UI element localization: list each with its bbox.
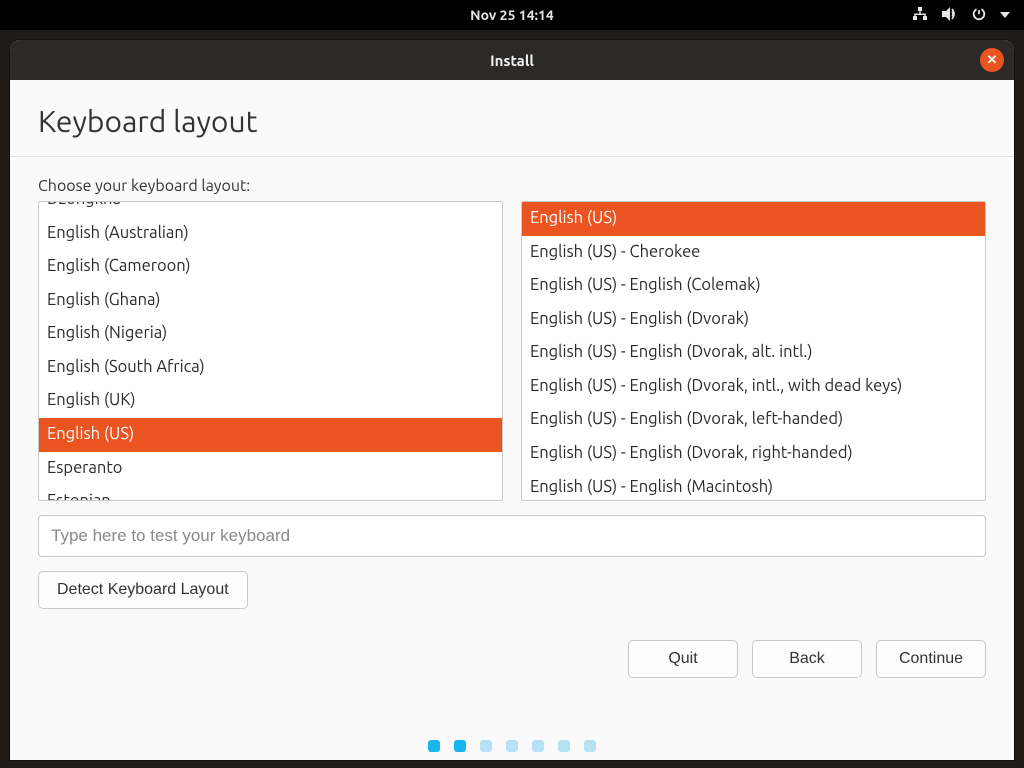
- variant-item[interactable]: English (US) - English (Dvorak, alt. int…: [522, 336, 985, 370]
- layout-item[interactable]: English (Australian): [39, 217, 502, 251]
- installer-content: Keyboard layout Choose your keyboard lay…: [10, 80, 1014, 609]
- variant-item[interactable]: English (US) - English (Dvorak): [522, 303, 985, 337]
- progress-dot: [506, 740, 518, 752]
- layout-item[interactable]: Dzongkha: [39, 201, 502, 217]
- network-icon[interactable]: [912, 7, 928, 24]
- back-button[interactable]: Back: [752, 640, 862, 678]
- variant-listbox[interactable]: English (US)English (US) - CherokeeEngli…: [521, 201, 986, 501]
- progress-dot: [584, 740, 596, 752]
- window-title: Install: [490, 52, 534, 69]
- layout-item[interactable]: Estonian: [39, 485, 502, 501]
- layout-item[interactable]: English (South Africa): [39, 351, 502, 385]
- layout-item[interactable]: English (Nigeria): [39, 317, 502, 351]
- system-status-area[interactable]: [912, 0, 1010, 30]
- variant-item[interactable]: English (US) - English (Macintosh): [522, 471, 985, 502]
- nav-buttons: Quit Back Continue: [628, 640, 986, 678]
- variant-item[interactable]: English (US) - English (Colemak): [522, 269, 985, 303]
- layout-item[interactable]: English (Ghana): [39, 284, 502, 318]
- gnome-topbar: Nov 25 14:14: [0, 0, 1024, 30]
- chevron-down-icon[interactable]: [1000, 7, 1010, 23]
- variant-item[interactable]: English (US) - Cherokee: [522, 236, 985, 270]
- layout-item[interactable]: Esperanto: [39, 452, 502, 486]
- progress-dot: [532, 740, 544, 752]
- clock[interactable]: Nov 25 14:14: [470, 7, 554, 23]
- progress-dot: [454, 740, 466, 752]
- variant-item[interactable]: English (US) - English (Dvorak, left-han…: [522, 403, 985, 437]
- keyboard-test-input[interactable]: [38, 515, 986, 557]
- variant-item[interactable]: English (US): [522, 202, 985, 236]
- divider: [10, 156, 1014, 157]
- installer-window: Install ✕ Keyboard layout Choose your ke…: [10, 40, 1014, 760]
- progress-dot: [558, 740, 570, 752]
- detect-keyboard-button[interactable]: Detect Keyboard Layout: [38, 571, 248, 609]
- layout-item[interactable]: English (US): [39, 418, 502, 452]
- keyboard-layout-prompt: Choose your keyboard layout:: [38, 177, 986, 195]
- layout-lists: DzongkhaEnglish (Australian)English (Cam…: [38, 201, 986, 501]
- progress-dot: [480, 740, 492, 752]
- power-icon[interactable]: [972, 7, 986, 24]
- variant-item[interactable]: English (US) - English (Dvorak, intl., w…: [522, 370, 985, 404]
- layout-listbox[interactable]: DzongkhaEnglish (Australian)English (Cam…: [38, 201, 503, 501]
- quit-button[interactable]: Quit: [628, 640, 738, 678]
- layout-item[interactable]: English (Cameroon): [39, 250, 502, 284]
- page-title: Keyboard layout: [38, 104, 986, 138]
- window-titlebar: Install ✕: [10, 40, 1014, 80]
- volume-icon[interactable]: [942, 7, 958, 24]
- close-icon: ✕: [987, 54, 998, 67]
- variant-item[interactable]: English (US) - English (Dvorak, right-ha…: [522, 437, 985, 471]
- progress-dot: [428, 740, 440, 752]
- layout-item[interactable]: English (UK): [39, 384, 502, 418]
- progress-dots: [10, 740, 1014, 752]
- continue-button[interactable]: Continue: [876, 640, 986, 678]
- close-button[interactable]: ✕: [980, 48, 1004, 72]
